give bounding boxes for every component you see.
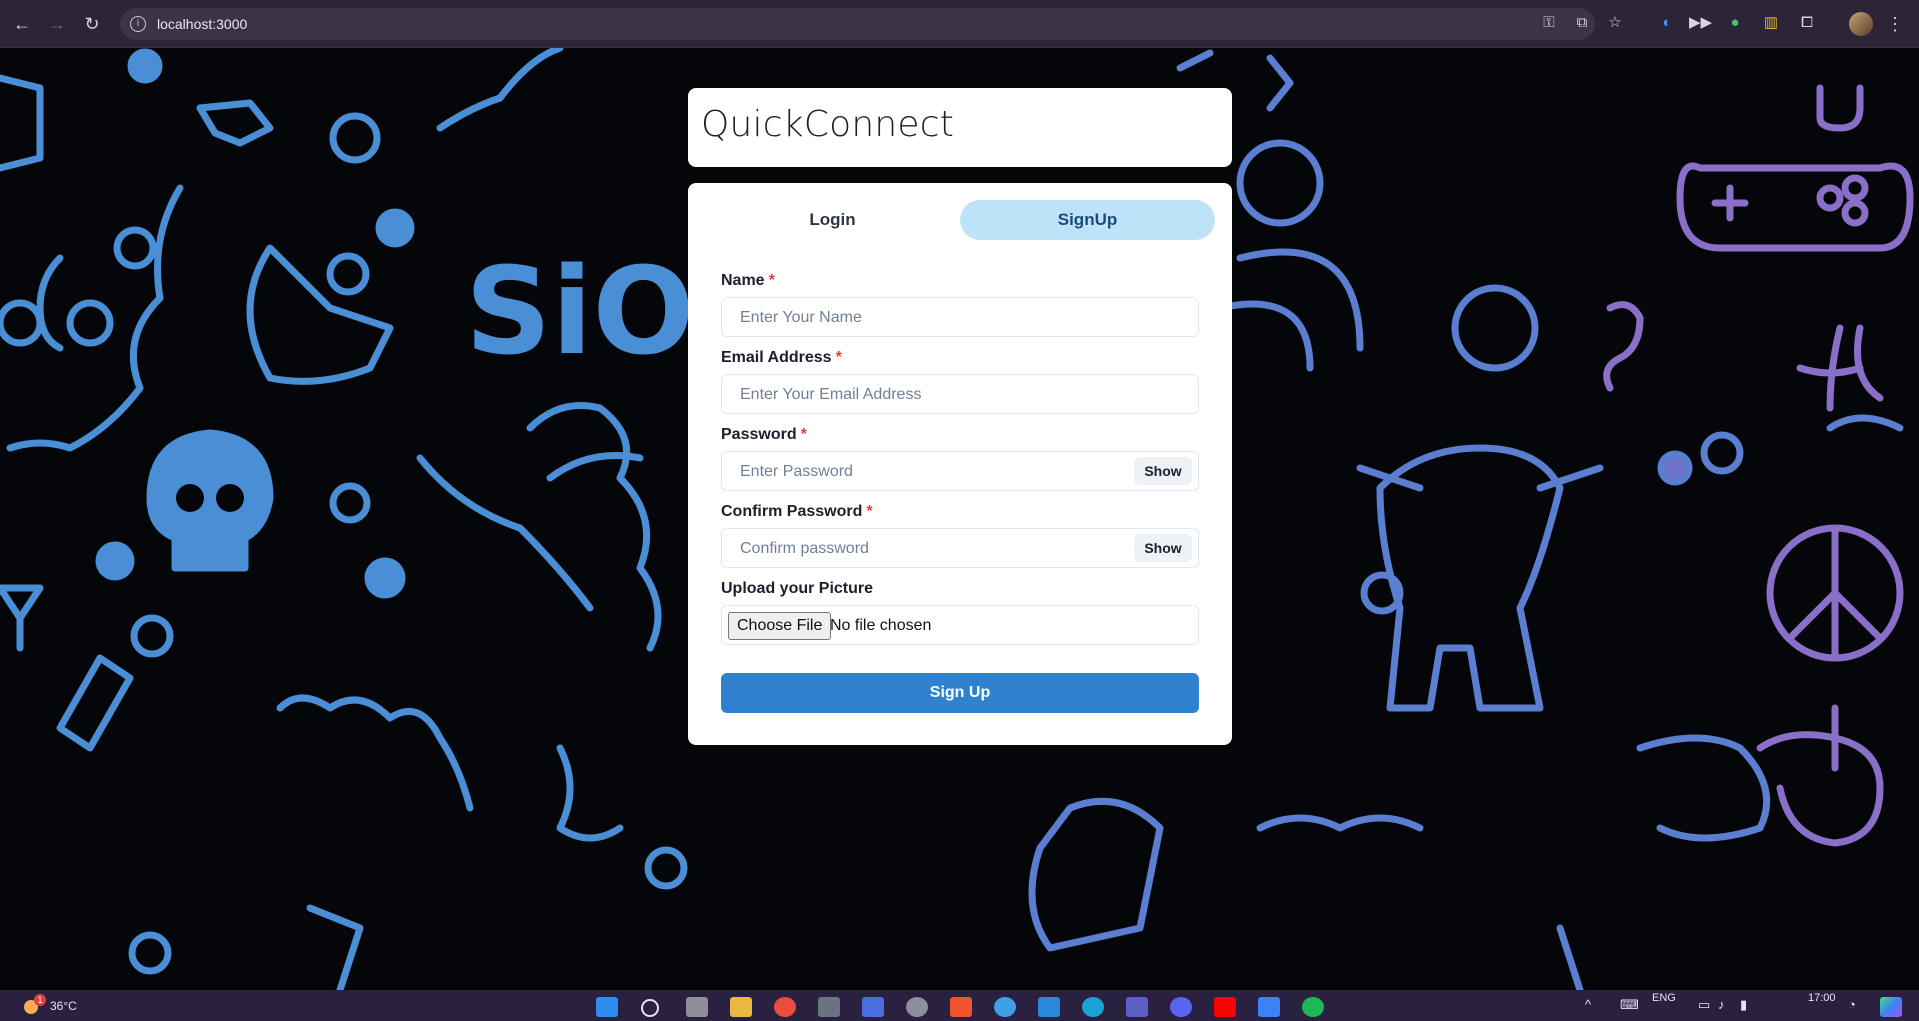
notepad-icon[interactable]	[1258, 997, 1280, 1017]
name-label: Name *	[721, 272, 775, 289]
choose-file-button[interactable]: Choose File	[728, 612, 832, 640]
install-app-icon[interactable]: ⧉	[1571, 12, 1593, 34]
file-status-text: No file chosen	[830, 617, 932, 634]
tray-chevron-icon[interactable]: ^	[1585, 997, 1591, 1012]
name-field[interactable]	[721, 297, 1199, 338]
tab-login[interactable]: Login	[705, 200, 960, 240]
back-arrow-icon[interactable]: ←	[10, 12, 34, 36]
required-mark: *	[835, 349, 842, 366]
weather-icon[interactable]: 1	[22, 994, 46, 1015]
app-icon-red[interactable]	[950, 997, 972, 1017]
camera-icon[interactable]	[818, 997, 840, 1017]
auth-card: Login SignUp Name* Email Address* Passwo…	[688, 183, 1232, 745]
extension-icon-1[interactable]: ◐	[1656, 12, 1678, 34]
app-icon-c[interactable]	[1082, 997, 1104, 1017]
teams-icon[interactable]	[1126, 997, 1148, 1017]
name-input[interactable]	[738, 298, 1122, 338]
address-bar[interactable]: i localhost:3000 ⚿ ⧉ ☆	[120, 8, 1622, 40]
copilot-icon[interactable]	[1880, 997, 1902, 1017]
app-title: QuickConnect	[701, 104, 955, 145]
temperature-text[interactable]: 36°C	[50, 999, 77, 1013]
confirm-password-label: Confirm Password *	[721, 503, 873, 520]
site-info-icon[interactable]: i	[130, 16, 146, 32]
profile-avatar[interactable]	[1849, 12, 1873, 36]
store-icon[interactable]	[862, 997, 884, 1017]
bookmark-star-icon[interactable]: ☆	[1604, 12, 1626, 34]
auth-tabs: Login SignUp	[705, 200, 1215, 240]
picture-upload-field[interactable]: Choose File No file chosen	[721, 605, 1199, 645]
picture-label: Upload your Picture	[721, 580, 874, 597]
confirm-password-field[interactable]: Show	[721, 528, 1199, 569]
email-field[interactable]	[721, 374, 1199, 415]
email-label: Email Address *	[721, 349, 842, 366]
tab-signup[interactable]: SignUp	[960, 200, 1215, 240]
required-mark: *	[768, 272, 775, 289]
password-field[interactable]: Show	[721, 451, 1199, 492]
email-input[interactable]	[738, 375, 1122, 415]
language-indicator[interactable]: ENG	[1652, 992, 1676, 1004]
browser-menu-icon[interactable]: ⋮	[1885, 12, 1905, 36]
page-background: SiO QuickConnect Login SignUp Name * Ent…	[0, 48, 1919, 990]
reload-icon[interactable]: ↻	[80, 12, 104, 36]
extension-icon-3[interactable]: ●	[1724, 12, 1746, 34]
url-text[interactable]: localhost:3000	[157, 16, 247, 32]
volume-icon[interactable]: ♪	[1718, 997, 1725, 1012]
chrome-icon[interactable]	[774, 997, 796, 1017]
file-explorer-icon[interactable]	[730, 997, 752, 1017]
settings-gear-icon[interactable]	[906, 997, 928, 1017]
youtube-icon[interactable]	[1214, 997, 1236, 1017]
vscode-icon[interactable]	[1038, 997, 1060, 1017]
password-input[interactable]	[738, 452, 1122, 492]
required-mark: *	[800, 426, 807, 443]
network-icon[interactable]: ▭	[1698, 997, 1710, 1013]
extension-icon-4[interactable]: ▥	[1760, 12, 1782, 34]
windows-start-icon[interactable]	[596, 997, 618, 1017]
messaging-icon[interactable]	[994, 997, 1016, 1017]
password-label: Password *	[721, 426, 807, 443]
app-header-card: QuickConnect	[688, 88, 1232, 167]
password-show-button[interactable]: Show	[1134, 457, 1192, 485]
extension-icon-2[interactable]: ▶▶	[1689, 12, 1712, 34]
keyboard-icon[interactable]: ⌨	[1620, 997, 1639, 1013]
weather-badge: 1	[34, 994, 46, 1006]
notification-bell-icon[interactable]: ◔	[1848, 997, 1856, 1012]
confirm-password-show-button[interactable]: Show	[1134, 534, 1192, 562]
discord-icon[interactable]	[1170, 997, 1192, 1017]
sign-up-button[interactable]: Sign Up	[721, 673, 1199, 713]
required-mark: *	[866, 503, 873, 520]
browser-toolbar: ← → ↻ i localhost:3000 ⚿ ⧉ ☆ ◐ ▶▶ ● ▥ ⧠ …	[0, 0, 1919, 48]
extensions-puzzle-icon[interactable]: ⧠	[1796, 12, 1818, 34]
key-icon[interactable]: ⚿	[1538, 12, 1560, 34]
spotify-icon[interactable]	[1302, 997, 1324, 1017]
task-view-icon[interactable]	[686, 997, 708, 1017]
svg-text:SiO: SiO	[465, 243, 695, 382]
search-icon[interactable]	[641, 999, 659, 1017]
confirm-password-input[interactable]	[738, 529, 1122, 569]
clock-time[interactable]: 17:00	[1808, 992, 1836, 1004]
forward-arrow-icon[interactable]: →	[45, 12, 69, 36]
battery-icon[interactable]: ▮	[1740, 997, 1747, 1013]
os-taskbar: 1 36°C ^ ⌨ ENG ▭ ♪ ▮ 17:00 ◔	[0, 990, 1919, 1021]
